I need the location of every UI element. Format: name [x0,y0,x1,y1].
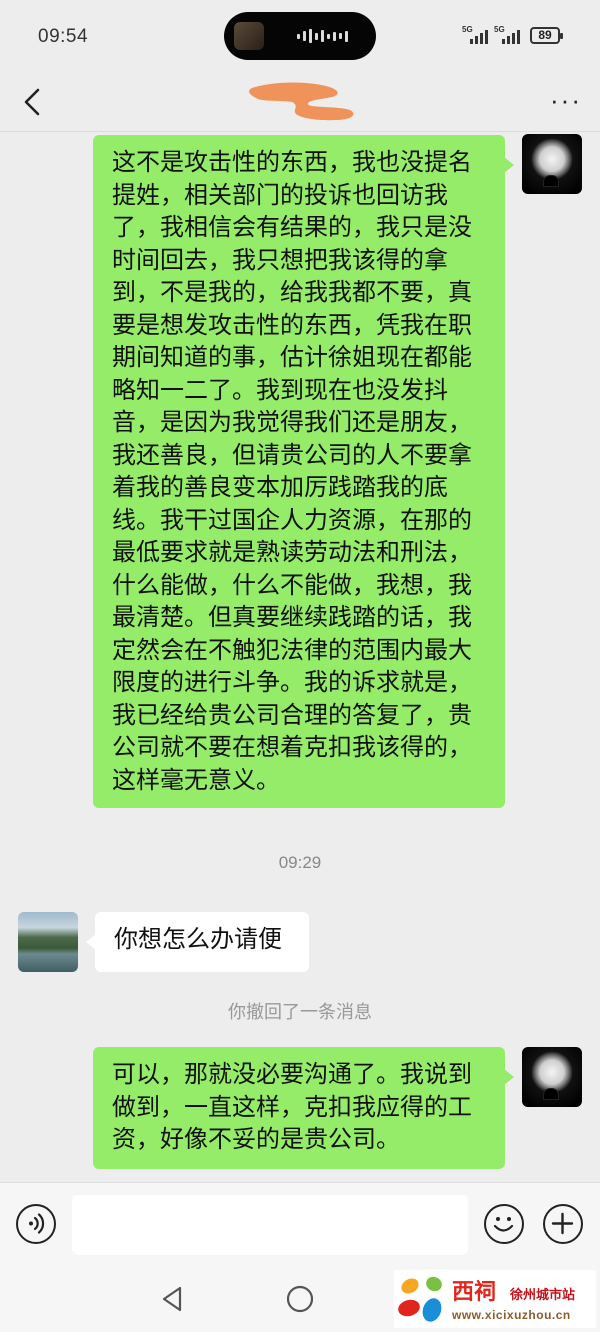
more-button[interactable]: ··· [546,80,586,124]
redaction-mark [249,82,354,121]
silhouette [544,1089,558,1099]
voice-button[interactable] [16,1204,56,1244]
avatar[interactable] [18,912,78,972]
message-bubble[interactable]: 可以，那就没必要沟通了。我说到做到，一直这样，克扣我应得的工资，好像不妥的是贵公… [93,1047,514,1169]
plus-button[interactable] [543,1204,583,1244]
dynamic-island [224,12,376,60]
avatar[interactable] [522,134,582,194]
timestamp: 09:29 [278,853,322,872]
watermark: 西祠 徐州城市站 www.xicixuzhou.cn [394,1270,596,1328]
system-back-button[interactable] [156,1282,190,1316]
silhouette [544,176,558,186]
plus-icon [551,1212,574,1235]
system-home-button[interactable] [283,1282,317,1316]
watermark-brand: 西祠 [452,1280,497,1305]
message-input[interactable] [72,1195,468,1255]
status-bar: 09:54 5G 5G 89 [0,0,600,72]
signal-icon: 5G [494,25,520,44]
chat-header: ··· [0,72,600,132]
message-bubble[interactable]: 这不是攻击性的东西，我也没提名提姓，相关部门的投诉也回访我了，我相信会有结果的，… [93,135,514,808]
signal-icon: 5G [462,25,488,44]
watermark-city: 徐州城市站 [510,1287,576,1302]
battery-icon: 89 [530,27,563,44]
triangle-back-icon [162,1286,182,1312]
audio-wave-icon [297,29,348,43]
emoji-icon [493,1217,514,1232]
voice-icon [29,1213,45,1234]
chat-title [0,80,600,124]
message-bubble[interactable]: 你想怎么办请便 [86,912,309,972]
watermark-url: www.xicixuzhou.cn [452,1308,571,1322]
avatar[interactable] [522,1047,582,1107]
emoji-button[interactable] [484,1204,524,1244]
status-time: 09:54 [38,26,89,47]
media-thumbnail [234,22,264,50]
recall-notice: 你撤回了一条消息 [228,1002,372,1022]
circle-home-icon [286,1285,314,1313]
input-bar [0,1182,600,1266]
xici-logo-icon [398,1276,442,1322]
